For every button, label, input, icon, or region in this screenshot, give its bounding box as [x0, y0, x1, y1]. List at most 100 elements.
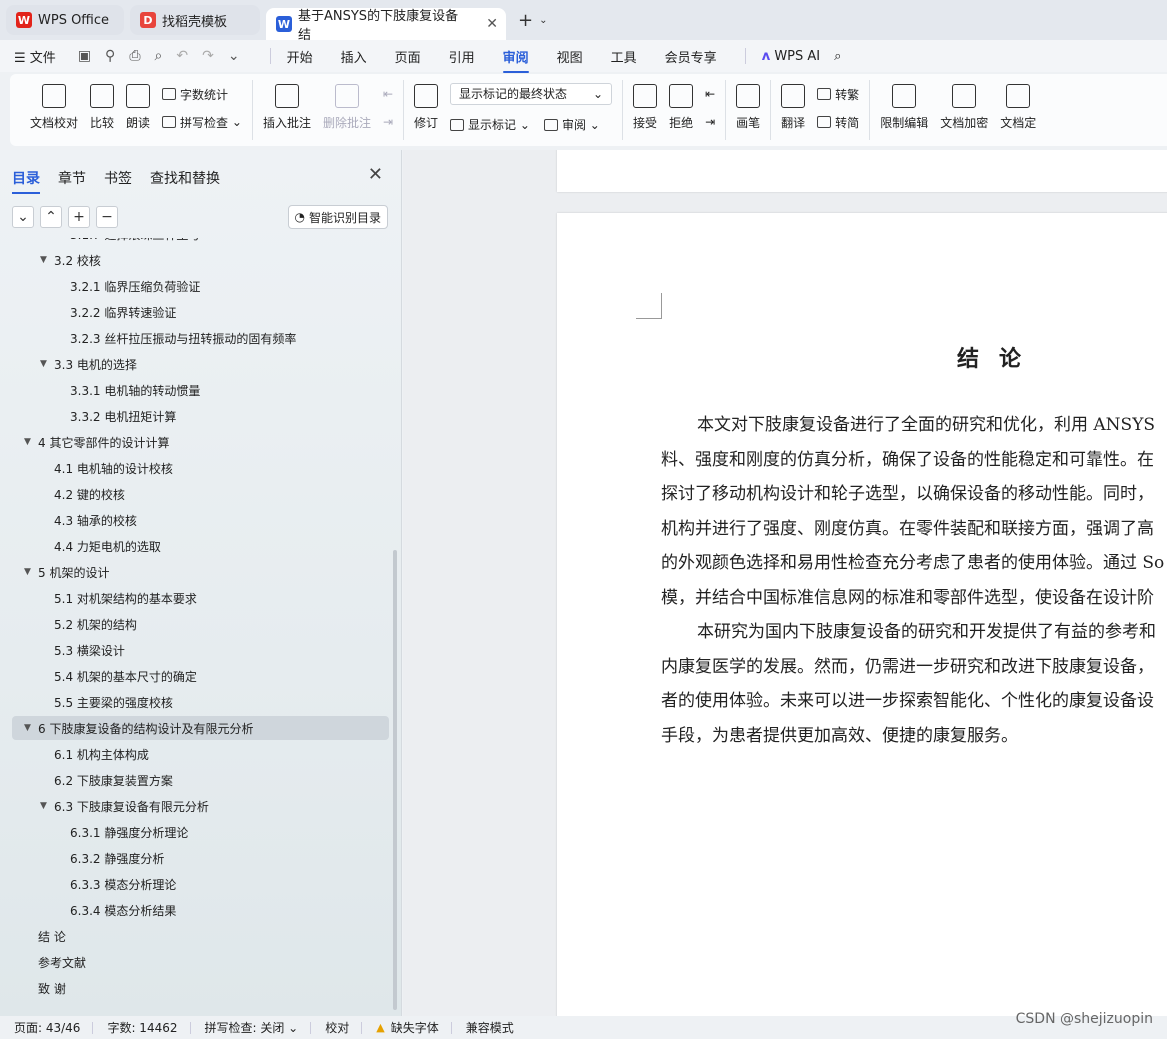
compare-button[interactable]: 比较: [90, 80, 114, 131]
toc-item[interactable]: 结 论: [0, 924, 66, 948]
menu-page[interactable]: 页面: [395, 47, 421, 66]
menu-wps-ai[interactable]: ᴧ WPS AI: [762, 49, 820, 64]
toc-item[interactable]: 3.2.1 临界压缩负荷验证: [0, 274, 200, 298]
toc-item[interactable]: 6.3.3 模态分析理论: [0, 872, 176, 896]
menu-references[interactable]: 引用: [449, 47, 475, 66]
smart-toc-button[interactable]: ◔ 智能识别目录: [287, 205, 388, 229]
restrict-edit-button[interactable]: 限制编辑: [880, 80, 928, 131]
toc-item[interactable]: 5.5 主要梁的强度校核: [0, 690, 173, 714]
accept-button[interactable]: 接受: [633, 80, 657, 131]
tab-find-replace[interactable]: 查找和替换: [150, 168, 220, 188]
to-simplified-button[interactable]: 转简: [817, 114, 859, 131]
spell-check-button[interactable]: 拼写检查 ⌄: [162, 114, 242, 131]
new-tab-button[interactable]: + ⌄: [512, 5, 553, 35]
word-count-indicator[interactable]: 字数: 14462: [93, 1021, 191, 1035]
toc-item[interactable]: ▼ 5 机架的设计: [0, 560, 109, 584]
toc-item[interactable]: ▼ 4 其它零部件的设计计算: [0, 430, 169, 454]
redo-icon[interactable]: ↷: [202, 48, 214, 64]
reject-button[interactable]: 拒绝: [669, 80, 693, 131]
toc-item[interactable]: 4.2 键的校核: [0, 482, 125, 506]
collapse-caret-icon[interactable]: ▼: [40, 359, 54, 369]
toc-item[interactable]: 4.1 电机轴的设计校核: [0, 456, 173, 480]
delete-comment-button[interactable]: 删除批注: [323, 80, 371, 131]
revise-button[interactable]: 修订: [414, 80, 438, 131]
next-change-icon[interactable]: ⇥: [705, 115, 715, 129]
menu-review[interactable]: 审阅: [502, 47, 529, 73]
toc-item[interactable]: 参考文献: [0, 950, 86, 974]
spell-check-status[interactable]: 拼写检查: 关闭 ⌄: [191, 1021, 312, 1035]
toc-item[interactable]: 3.2.2 临界转速验证: [0, 300, 176, 324]
toc-item[interactable]: 4.3 轴承的校核: [0, 508, 137, 532]
more-icon[interactable]: ⌄: [228, 48, 240, 64]
menu-insert[interactable]: 插入: [341, 47, 367, 66]
read-aloud-button[interactable]: 朗读: [126, 80, 150, 131]
page-indicator[interactable]: 页面: 43/46: [0, 1021, 94, 1035]
tab-bookmarks[interactable]: 书签: [104, 168, 132, 188]
collapse-caret-icon[interactable]: ▼: [40, 255, 54, 265]
show-markup-button[interactable]: 显示标记 ⌄: [450, 116, 530, 133]
menu-member[interactable]: 会员专享: [665, 47, 717, 66]
toc-item[interactable]: ▼ 3.3 电机的选择: [0, 352, 137, 376]
close-pane-icon[interactable]: ✕: [368, 164, 383, 185]
menu-view[interactable]: 视图: [557, 47, 583, 66]
remove-heading-icon[interactable]: −: [96, 206, 118, 228]
tab-wps-office[interactable]: W WPS Office: [6, 5, 124, 35]
toc-item[interactable]: 3.3.2 电机扭矩计算: [0, 404, 176, 428]
chevron-down-icon[interactable]: ⌄: [539, 15, 547, 26]
toc-item[interactable]: 5.1 对机架结构的基本要求: [0, 586, 197, 610]
collapse-caret-icon[interactable]: ▼: [40, 801, 54, 811]
markup-state-dropdown[interactable]: 显示标记的最终状态 ⌄: [450, 82, 613, 105]
collapse-up-icon[interactable]: ⌃: [40, 206, 62, 228]
search-icon[interactable]: ⌕: [834, 49, 841, 64]
toc-item[interactable]: 致 谢: [0, 976, 66, 1000]
toc-item[interactable]: 6.3.4 模态分析结果: [0, 898, 176, 922]
menu-home[interactable]: 开始: [287, 47, 313, 66]
collapse-caret-icon[interactable]: ▼: [24, 567, 38, 577]
translate-button[interactable]: 翻译: [781, 80, 805, 131]
print-preview-icon[interactable]: ⌕: [155, 48, 163, 64]
tab-docer-templates[interactable]: D 找稻壳模板: [130, 5, 260, 35]
toc-item[interactable]: 5.2 机架的结构: [0, 612, 137, 636]
missing-font-status[interactable]: ▲ 缺失字体: [362, 1021, 452, 1035]
finalize-button[interactable]: 文档定: [1000, 80, 1036, 131]
prev-comment-icon[interactable]: ⇤: [383, 87, 393, 101]
add-heading-icon[interactable]: +: [68, 206, 90, 228]
review-pane-button[interactable]: 审阅 ⌄: [543, 116, 600, 133]
toc-item[interactable]: 6.1 机构主体构成: [0, 742, 149, 766]
prev-change-icon[interactable]: ⇤: [705, 87, 715, 101]
toc-item[interactable]: 6.3.1 静强度分析理论: [0, 820, 188, 844]
toc-item[interactable]: 3.1.7 选择滚珠丝杆型号: [0, 238, 200, 246]
toc-item[interactable]: ▼ 6 下肢康复设备的结构设计及有限元分析: [12, 716, 389, 740]
word-count-button[interactable]: 字数统计: [162, 86, 242, 103]
toc-item[interactable]: 3.3.1 电机轴的转动惯量: [0, 378, 200, 402]
toc-scrollbar[interactable]: [393, 550, 397, 1010]
share-icon[interactable]: ⚲: [105, 48, 115, 64]
toc-item[interactable]: 6.2 下肢康复装置方案: [0, 768, 173, 792]
print-icon[interactable]: ⎙: [129, 48, 140, 64]
toc-item[interactable]: 6.3.2 静强度分析: [0, 846, 164, 870]
pen-button[interactable]: 画笔: [736, 80, 760, 131]
expand-down-icon[interactable]: ⌄: [12, 206, 34, 228]
menu-tools[interactable]: 工具: [611, 47, 637, 66]
toc-item[interactable]: 3.2.3 丝杆拉压振动与扭转振动的固有频率: [0, 326, 296, 350]
proofing-status[interactable]: 校对: [311, 1021, 363, 1035]
undo-icon[interactable]: ↶: [176, 48, 188, 64]
collapse-caret-icon[interactable]: ▼: [24, 437, 38, 447]
document-page[interactable]: 结论 本文对下肢康复设备进行了全面的研究和优化，利用 ANSYS 料、强度和刚度的…: [557, 213, 1167, 1016]
close-tab-icon[interactable]: ✕: [486, 16, 498, 32]
toc-item[interactable]: ▼ 3.2 校核: [0, 248, 101, 272]
tab-sections[interactable]: 章节: [58, 168, 86, 188]
to-traditional-button[interactable]: 转繁: [817, 86, 859, 103]
next-comment-icon[interactable]: ⇥: [383, 115, 393, 129]
toc-item[interactable]: 4.4 力矩电机的选取: [0, 534, 161, 558]
collapse-caret-icon[interactable]: ▼: [24, 723, 38, 733]
tab-toc[interactable]: 目录: [12, 168, 40, 194]
doc-check-button[interactable]: 文档校对: [30, 80, 78, 131]
save-icon[interactable]: ▣: [78, 48, 91, 64]
encrypt-button[interactable]: 文档加密: [940, 80, 988, 131]
insert-comment-button[interactable]: 插入批注: [263, 80, 311, 131]
toc-item[interactable]: 5.3 横梁设计: [0, 638, 125, 662]
tab-current-document[interactable]: W 基于ANSYS的下肢康复设备结 ✕: [266, 8, 506, 43]
toc-item[interactable]: 5.4 机架的基本尺寸的确定: [0, 664, 197, 688]
file-menu[interactable]: ☰ 文件: [14, 47, 56, 66]
